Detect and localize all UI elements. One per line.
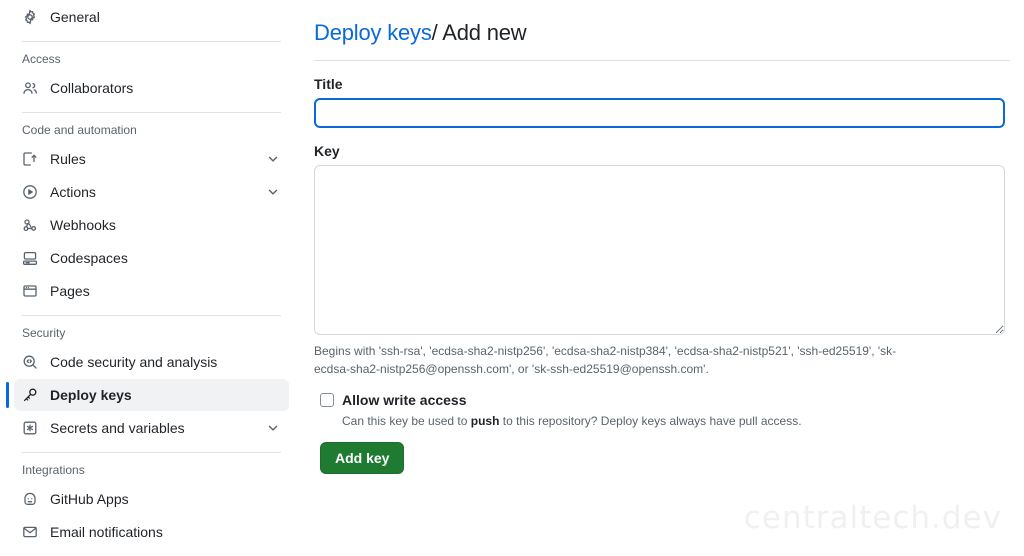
watermark: centraltech.dev bbox=[743, 500, 1002, 536]
key-help-text: Begins with 'ssh-rsa', 'ecdsa-sha2-nistp… bbox=[314, 344, 897, 376]
sidebar-item-deploy-keys[interactable]: Deploy keys bbox=[6, 379, 289, 411]
sidebar-item-label: Code security and analysis bbox=[50, 354, 218, 370]
sidebar-item-label: General bbox=[50, 9, 100, 25]
key-textarea[interactable] bbox=[314, 165, 1005, 335]
add-key-button[interactable]: Add key bbox=[320, 442, 405, 474]
key-field-label: Key bbox=[314, 143, 340, 159]
main-content: Deploy keys/ Add new Title Key Begins wi… bbox=[314, 0, 1024, 556]
sidebar-divider bbox=[22, 315, 281, 316]
settings-sidebar: General Access Collaborators Code and autom… bbox=[0, 0, 305, 556]
sidebar-item-label: Collaborators bbox=[50, 80, 134, 96]
sidebar-section-title: Access bbox=[22, 52, 61, 66]
sidebar-item-code-security-and-analysis[interactable]: Code security and analysis bbox=[14, 346, 289, 378]
allow-write-access-description: Can this key be used to push to this rep… bbox=[342, 412, 1024, 430]
sidebar-item-label: Rules bbox=[50, 151, 86, 167]
github-apps-icon bbox=[22, 491, 38, 507]
sidebar-section-title: Security bbox=[22, 326, 66, 340]
breadcrumb-separator: / bbox=[431, 20, 438, 45]
allow-write-access-label[interactable]: Allow write access bbox=[342, 390, 467, 410]
allow-write-access-checkbox[interactable] bbox=[320, 393, 334, 407]
sidebar-divider bbox=[22, 112, 281, 113]
chevron-down-icon[interactable] bbox=[265, 151, 281, 167]
sidebar-item-github-apps[interactable]: GitHub Apps bbox=[14, 483, 289, 515]
sidebar-item-rules[interactable]: Rules bbox=[14, 143, 289, 175]
browser-window-icon bbox=[22, 283, 38, 299]
breadcrumb-current: Add new bbox=[442, 20, 527, 45]
sidebar-item-webhooks[interactable]: Webhooks bbox=[14, 209, 289, 241]
chevron-down-icon[interactable] bbox=[265, 420, 281, 436]
sidebar-item-secrets-and-variables[interactable]: Secrets and variables bbox=[14, 412, 289, 444]
sidebar-divider bbox=[22, 452, 281, 453]
gear-icon bbox=[22, 9, 38, 25]
header-divider bbox=[314, 60, 1010, 61]
sidebar-item-label: Secrets and variables bbox=[50, 420, 185, 436]
sidebar-item-pages[interactable]: Pages bbox=[14, 275, 289, 307]
sidebar-item-label: Webhooks bbox=[50, 217, 116, 233]
webhook-icon bbox=[22, 217, 38, 233]
sidebar-item-codespaces[interactable]: Codespaces bbox=[14, 242, 289, 274]
people-icon bbox=[22, 80, 38, 96]
play-circle-icon bbox=[22, 184, 38, 200]
sidebar-divider bbox=[22, 41, 281, 42]
sidebar-item-collaborators[interactable]: Collaborators bbox=[14, 72, 289, 104]
breadcrumb-parent-link[interactable]: Deploy keys bbox=[314, 20, 432, 45]
sidebar-item-label: Codespaces bbox=[50, 250, 128, 266]
write-desc-bold: push bbox=[470, 414, 500, 428]
key-icon bbox=[22, 387, 38, 403]
mail-icon bbox=[22, 524, 38, 540]
sidebar-item-label: Pages bbox=[50, 283, 90, 299]
write-desc-after: to this repository? Deploy keys always h… bbox=[499, 414, 802, 428]
sidebar-item-actions[interactable]: Actions bbox=[14, 176, 289, 208]
rules-icon bbox=[22, 151, 38, 167]
code-scan-icon bbox=[22, 354, 38, 370]
sidebar-item-label: Actions bbox=[50, 184, 96, 200]
codespaces-icon bbox=[22, 250, 38, 266]
sidebar-item-label: Email notifications bbox=[50, 524, 163, 540]
title-input[interactable] bbox=[314, 98, 1005, 128]
sidebar-section-title: Code and automation bbox=[22, 123, 137, 137]
sidebar-item-general[interactable]: General bbox=[14, 1, 289, 33]
sidebar-item-label: Deploy keys bbox=[50, 387, 132, 403]
settings-page: General Access Collaborators Code and autom… bbox=[0, 0, 1024, 556]
title-field-label: Title bbox=[314, 76, 343, 92]
sidebar-item-label: GitHub Apps bbox=[50, 491, 129, 507]
breadcrumb: Deploy keys/ Add new bbox=[314, 0, 1024, 48]
allow-write-access-row: Allow write access bbox=[314, 390, 1024, 410]
sidebar-item-email-notifications[interactable]: Email notifications bbox=[14, 516, 289, 548]
sidebar-section-title: Integrations bbox=[22, 463, 85, 477]
asterisk-square-icon bbox=[22, 420, 38, 436]
chevron-down-icon[interactable] bbox=[265, 184, 281, 200]
write-desc-before: Can this key be used to bbox=[342, 414, 471, 428]
